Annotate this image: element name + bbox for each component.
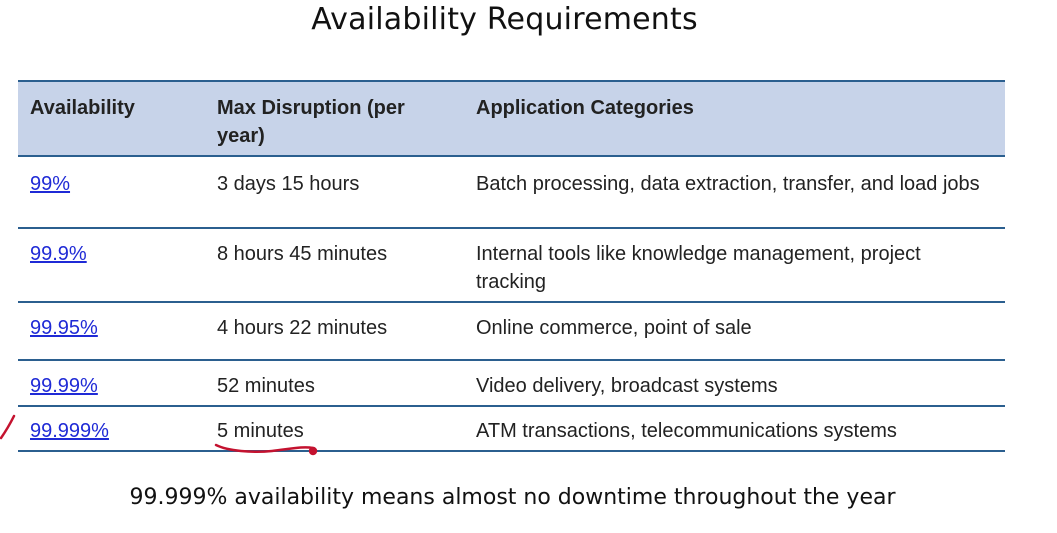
cell-application-categories: ATM transactions, telecommunications sys… [476,420,897,442]
table-row: 99.95% 4 hours 22 minutes Online commerc… [18,302,1005,360]
cell-application-categories: Internal tools like knowledge management… [476,243,921,293]
availability-link[interactable]: 99.95% [30,317,98,339]
cell-application-categories: Online commerce, point of sale [476,317,752,339]
cell-availability: 99.9% [18,228,205,302]
availability-link[interactable]: 99% [30,173,70,195]
cell-max-disruption: 4 hours 22 minutes [217,317,388,339]
annotation-tick-mark [0,414,16,440]
cell-availability: 99% [18,156,205,228]
availability-table-container: Availability Max Disruption (per year) A… [18,80,1005,452]
cell-max-disruption: 3 days 15 hours [217,173,360,195]
table-row: 99.99% 52 minutes Video delivery, broadc… [18,360,1005,406]
table-row: 99.9% 8 hours 45 minutes Internal tools … [18,228,1005,302]
cell-application-categories: Batch processing, data extraction, trans… [476,173,980,195]
cell-availability: 99.95% [18,302,205,360]
table-body: 99% 3 days 15 hours Batch processing, da… [18,156,1005,451]
slide-title: Availability Requirements [311,2,698,37]
table-header: Availability Max Disruption (per year) A… [18,81,1005,156]
availability-link[interactable]: 99.9% [30,243,87,265]
cell-application-categories: Video delivery, broadcast systems [476,375,778,397]
header-availability: Availability [30,97,135,119]
header-application-categories: Application Categories [476,97,694,119]
cell-max-disruption: 8 hours 45 minutes [217,243,388,265]
cell-max-disruption: 52 minutes [217,375,315,397]
availability-link[interactable]: 99.999% [30,420,109,442]
availability-link[interactable]: 99.99% [30,375,98,397]
table-row: 99% 3 days 15 hours Batch processing, da… [18,156,1005,228]
availability-table: Availability Max Disruption (per year) A… [18,80,1005,452]
header-max-disruption: Max Disruption (per year) [217,97,405,147]
cell-availability: 99.99% [18,360,205,406]
table-header-row: Availability Max Disruption (per year) A… [18,81,1005,156]
cell-availability: 99.999% [18,406,205,451]
table-row: 99.999% 5 minutes ATM transactions, tele… [18,406,1005,451]
cell-max-disruption: 5 minutes [217,420,304,442]
slide-caption: 99.999% availability means almost no dow… [129,485,896,510]
